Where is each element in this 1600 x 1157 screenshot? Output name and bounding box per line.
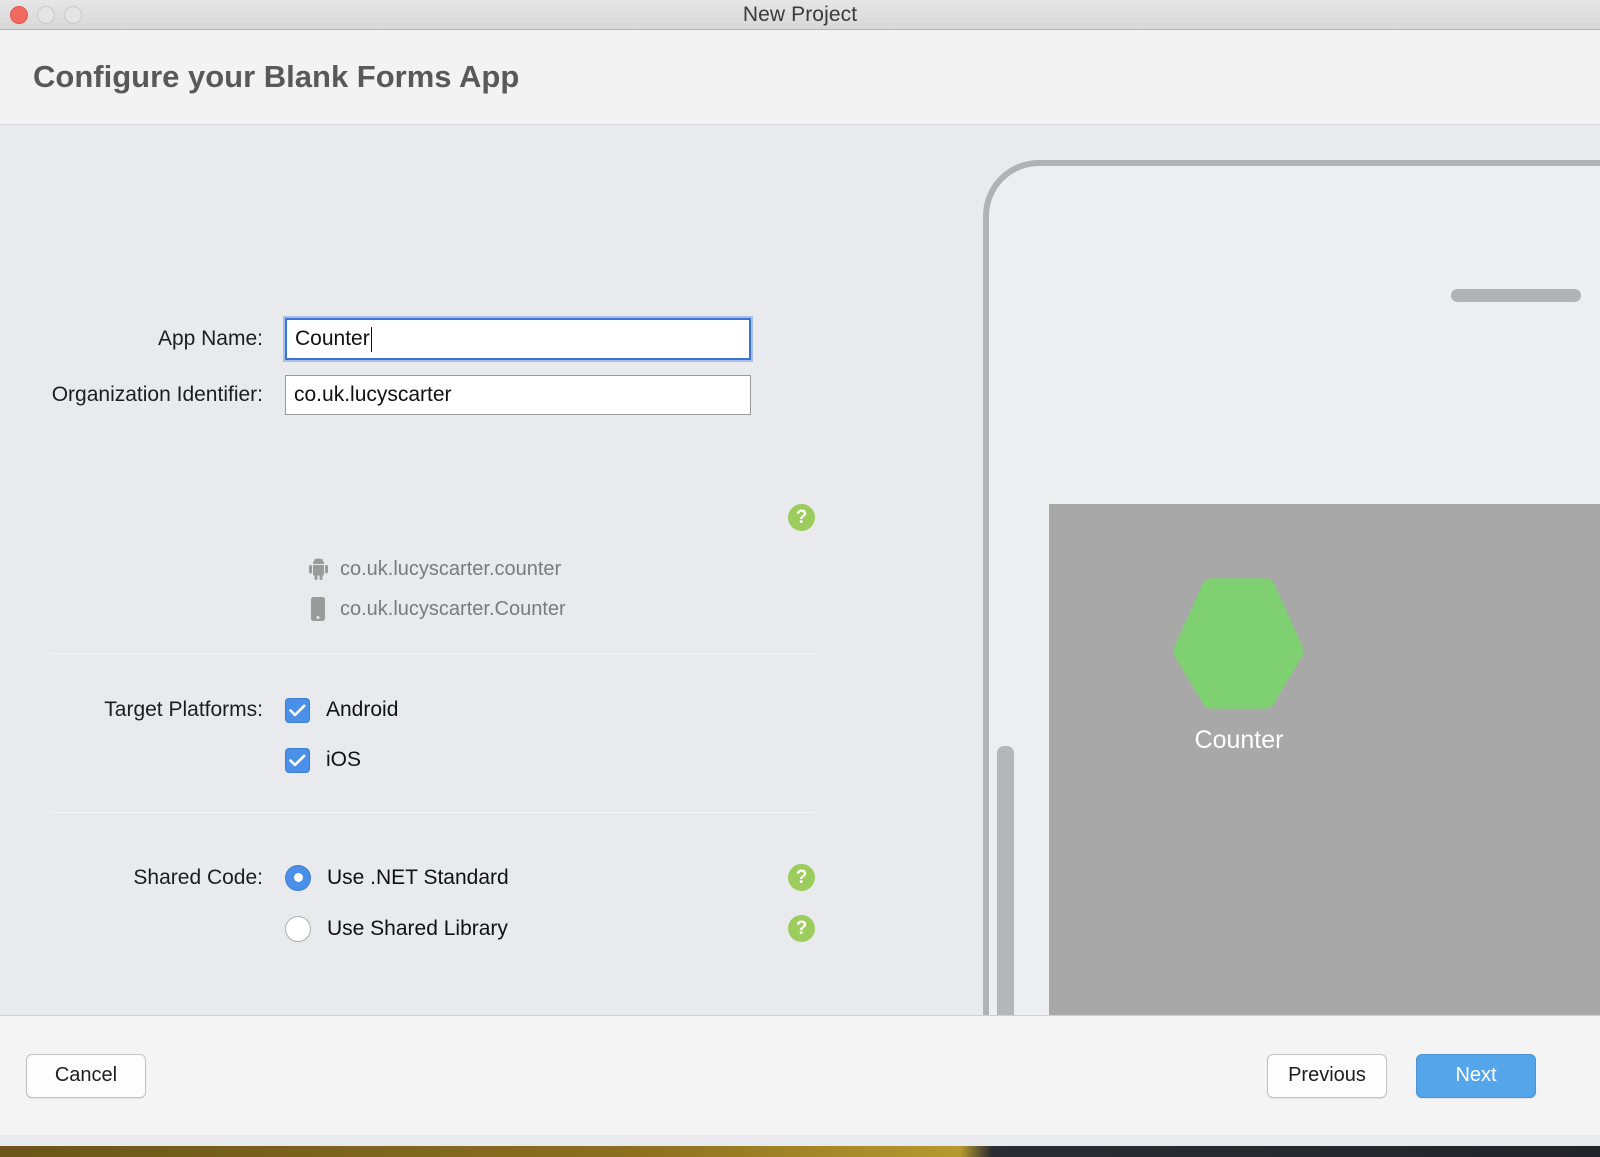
app-name-value: Counter bbox=[295, 327, 370, 350]
app-name-label: App Name: bbox=[157, 327, 263, 350]
shared-library-help-icon[interactable]: ? bbox=[788, 915, 815, 942]
shared-code-label: Shared Code: bbox=[133, 865, 263, 889]
ios-checkbox-row: iOS bbox=[0, 740, 398, 780]
radio-net-standard[interactable] bbox=[285, 864, 311, 891]
ios-bundle-preview: co.uk.lucyscarter.Counter bbox=[308, 595, 566, 623]
shared-code-group: Shared Code: Use .NET Standard ? Use Sha… bbox=[0, 852, 815, 954]
divider-bottom bbox=[50, 812, 815, 813]
org-identifier-label: Organization Identifier: bbox=[51, 383, 263, 406]
dialog-footer: Cancel Previous Next bbox=[0, 1015, 1600, 1135]
phone-mockup: Counter bbox=[983, 160, 1600, 1015]
next-button[interactable]: Next bbox=[1416, 1053, 1536, 1098]
shared-library-row: Use Shared Library ? bbox=[0, 903, 815, 954]
org-identifier-input[interactable]: co.uk.lucyscarter bbox=[285, 375, 751, 415]
text-caret bbox=[370, 326, 373, 352]
desktop-background-strip bbox=[0, 1145, 1600, 1157]
android-bundle-text: co.uk.lucyscarter.counter bbox=[340, 557, 562, 580]
phone-volume-button-icon bbox=[997, 746, 1014, 1015]
org-identifier-value: co.uk.lucyscarter bbox=[294, 383, 452, 406]
android-icon bbox=[308, 555, 328, 583]
divider-top bbox=[50, 653, 815, 654]
net-standard-row: Shared Code: Use .NET Standard ? bbox=[0, 852, 815, 903]
org-identifier-help-icon[interactable]: ? bbox=[788, 504, 815, 531]
preview-app-label: Counter bbox=[1194, 726, 1284, 754]
app-name-input[interactable]: Counter bbox=[285, 318, 751, 360]
dialog-body: App Name: Counter Organization Identifie… bbox=[0, 125, 1600, 1015]
phone-speaker-icon bbox=[1451, 289, 1581, 302]
checkbox-android-label: Android bbox=[326, 698, 399, 721]
ios-bundle-text: co.uk.lucyscarter.Counter bbox=[340, 597, 566, 620]
app-name-row: App Name: Counter bbox=[0, 318, 751, 360]
new-project-window: New Project Configure your Blank Forms A… bbox=[0, 0, 1600, 1146]
window-titlebar: New Project bbox=[0, 0, 1600, 30]
org-identifier-row: Organization Identifier: co.uk.lucyscart… bbox=[0, 375, 751, 415]
net-standard-help-icon[interactable]: ? bbox=[788, 864, 815, 891]
window-title: New Project bbox=[742, 3, 858, 26]
android-bundle-preview: co.uk.lucyscarter.counter bbox=[308, 555, 561, 583]
phone-screen: Counter bbox=[1049, 504, 1600, 1015]
device-preview-panel: Counter bbox=[960, 125, 1600, 1015]
page-title: Configure your Blank Forms App bbox=[33, 59, 520, 94]
target-platforms-group: Target Platforms: Android iOS bbox=[0, 690, 398, 780]
checkbox-ios[interactable] bbox=[285, 747, 310, 773]
checkbox-android[interactable] bbox=[285, 697, 310, 723]
checkbox-ios-label: iOS bbox=[326, 748, 362, 771]
xamarin-hexagon-icon bbox=[1161, 566, 1316, 721]
target-platforms-label: Target Platforms: bbox=[104, 698, 263, 721]
dialog-header: Configure your Blank Forms App bbox=[0, 30, 1600, 125]
android-checkbox-row: Target Platforms: Android bbox=[0, 690, 398, 730]
radio-shared-library[interactable] bbox=[285, 915, 311, 942]
radio-net-standard-label: Use .NET Standard bbox=[327, 865, 509, 889]
previous-button[interactable]: Previous bbox=[1267, 1053, 1387, 1098]
radio-shared-library-label: Use Shared Library bbox=[327, 916, 508, 940]
cancel-button[interactable]: Cancel bbox=[26, 1053, 146, 1098]
iphone-icon bbox=[308, 595, 328, 623]
